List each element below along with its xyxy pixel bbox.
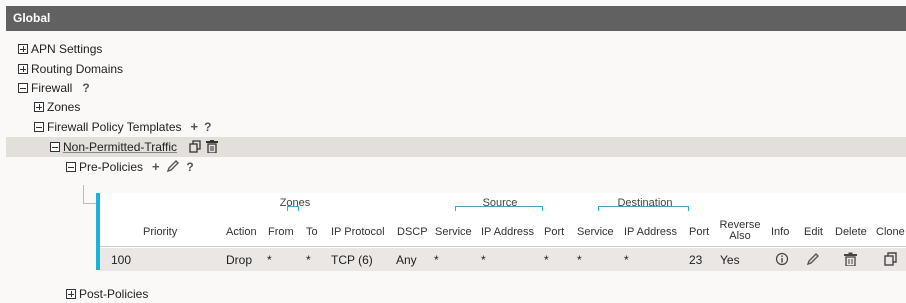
add-icon[interactable]: +	[191, 119, 199, 134]
collapse-icon[interactable]	[50, 142, 60, 152]
info-icon[interactable]	[775, 252, 789, 266]
tree-item-label: Post-Policies	[79, 287, 149, 301]
col-header-destination-ip[interactable]: IP Address	[624, 226, 677, 238]
col-header-action[interactable]: Action	[226, 226, 257, 238]
col-header-destination-port[interactable]: Port	[689, 226, 709, 238]
delete-trash-icon[interactable]	[844, 252, 857, 266]
tree-item-apn-settings[interactable]: APN Settings	[18, 40, 102, 58]
clone-copy-icon[interactable]	[884, 252, 897, 266]
cell-destination-ip: *	[624, 253, 629, 267]
collapse-icon[interactable]	[34, 122, 44, 132]
col-header-source-ip[interactable]: IP Address	[481, 226, 534, 238]
cell-action: Drop	[226, 253, 253, 267]
help-icon[interactable]: ?	[204, 120, 211, 134]
expand-icon[interactable]	[18, 44, 28, 54]
col-header-delete: Delete	[835, 226, 867, 238]
tree-item-firewall[interactable]: Firewall?	[18, 79, 90, 97]
col-header-source-service[interactable]: Service	[435, 226, 472, 238]
cell-ip-protocol: TCP (6)	[331, 253, 373, 267]
col-header-to[interactable]: To	[306, 226, 318, 238]
cell-source-ip: *	[481, 253, 486, 267]
expand-icon[interactable]	[18, 64, 28, 74]
col-header-ip-protocol[interactable]: IP Protocol	[331, 226, 385, 238]
add-icon[interactable]: +	[152, 159, 160, 174]
tree-item-non-permitted-traffic[interactable]: Non-Permitted-Traffic	[50, 138, 218, 156]
col-header-reverse-also[interactable]: Reverse Also	[719, 220, 761, 242]
col-header-destination-service[interactable]: Service	[577, 226, 614, 238]
col-header-clone: Clone	[876, 226, 905, 238]
collapse-icon[interactable]	[66, 162, 76, 172]
cell-dscp: Any	[396, 253, 417, 267]
tree-item-routing-domains[interactable]: Routing Domains	[18, 60, 123, 78]
source-bracket	[455, 206, 543, 211]
col-header-info: Info	[771, 226, 790, 238]
col-header-dscp[interactable]: DSCP	[397, 226, 428, 238]
col-header-priority[interactable]: Priority	[143, 226, 177, 238]
col-header-source-port[interactable]: Port	[544, 226, 564, 238]
tree-item-firewall-policy-templates[interactable]: Firewall Policy Templates +?	[34, 118, 211, 136]
cell-source-port: *	[544, 253, 549, 267]
panel-title-bar: Global	[6, 6, 906, 31]
cell-destination-service: *	[577, 253, 582, 267]
tree-item-label: Pre-Policies	[79, 160, 144, 174]
collapse-icon[interactable]	[18, 83, 28, 93]
cell-reverse-also: Yes	[720, 253, 740, 267]
col-header-from[interactable]: From	[268, 226, 294, 238]
tree-connector-line	[83, 185, 97, 204]
col-header-reverse-line2: Also	[729, 230, 751, 242]
tree-item-label: APN Settings	[31, 42, 103, 56]
panel-title: Global	[13, 11, 51, 25]
tree-item-label: Firewall Policy Templates	[47, 120, 182, 134]
tree-item-post-policies[interactable]: Post-Policies	[66, 285, 148, 303]
cell-destination-port: 23	[689, 253, 703, 267]
col-header-edit: Edit	[804, 226, 823, 238]
edit-pencil-icon[interactable]	[166, 160, 179, 173]
tree-item-pre-policies[interactable]: Pre-Policies + ?	[66, 158, 194, 176]
trash-icon[interactable]	[205, 140, 218, 154]
expand-icon[interactable]	[34, 102, 44, 112]
tree-item-label: Zones	[47, 100, 81, 114]
zones-bracket	[287, 206, 299, 211]
cell-source-service: *	[434, 253, 439, 267]
cell-from: *	[267, 253, 272, 267]
help-icon[interactable]: ?	[186, 160, 193, 174]
tree-item-zones[interactable]: Zones	[34, 98, 80, 116]
expand-icon[interactable]	[66, 289, 76, 299]
cell-priority: 100	[111, 253, 132, 267]
edit-pencil-icon[interactable]	[806, 252, 820, 266]
tree-item-label[interactable]: Non-Permitted-Traffic	[63, 140, 177, 154]
copy-icon[interactable]	[189, 140, 202, 153]
tree-item-label: Firewall	[31, 81, 73, 95]
header-divider	[100, 246, 906, 247]
cell-to: *	[306, 253, 311, 267]
destination-bracket	[598, 206, 689, 211]
help-icon[interactable]: ?	[82, 81, 89, 95]
tree-item-label: Routing Domains	[31, 62, 124, 76]
